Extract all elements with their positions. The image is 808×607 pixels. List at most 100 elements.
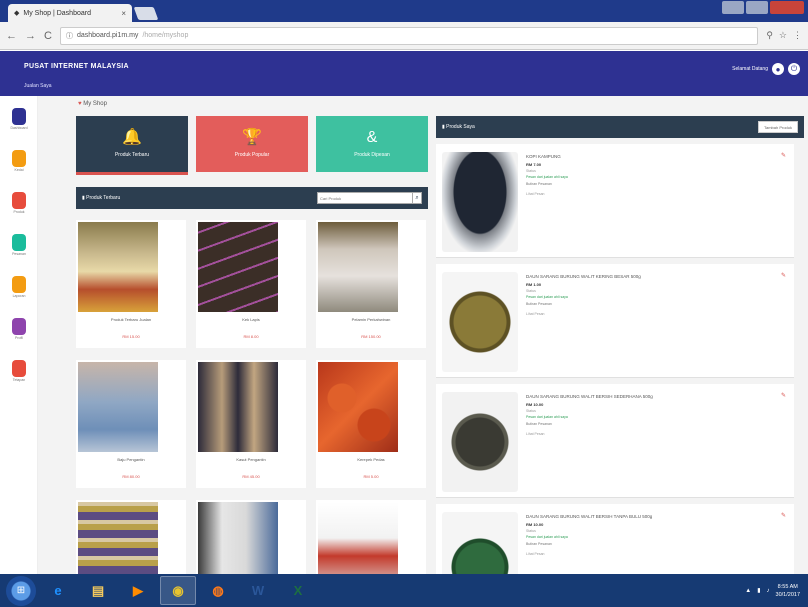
order-link[interactable]: Pesan dari jualan ahli saya xyxy=(526,415,568,419)
product-image[interactable] xyxy=(198,362,278,452)
sidebar-item[interactable]: Pesanan xyxy=(8,234,30,256)
product-card[interactable]: Baju Pengantin RM 80.00 xyxy=(76,360,186,488)
browser-tab[interactable]: ◆ My Shop | Dashboard × xyxy=(8,4,132,22)
sidebar-item[interactable]: Produk xyxy=(8,192,30,214)
product-card[interactable]: Set TekoRM 25.00 xyxy=(316,500,426,574)
order-product-image[interactable] xyxy=(442,152,518,252)
clock[interactable]: 8:55 AM 30/1/2017 xyxy=(776,583,800,599)
user-icon[interactable]: ● xyxy=(772,63,784,75)
forward-arrow-icon[interactable]: → xyxy=(25,30,36,42)
stat-label: Produk Popular xyxy=(234,152,270,158)
stat-card-latest[interactable]: 🔔 Produk Terbaru xyxy=(76,116,188,175)
minimize-button[interactable] xyxy=(722,1,744,14)
product-price: RM 5.00 xyxy=(363,474,379,479)
sidebar-item[interactable]: Profil xyxy=(8,318,30,340)
stat-cards: 🔔 Produk Terbaru 🏆 Produk Popular & Prod… xyxy=(76,116,428,175)
product-card[interactable]: Kain BatikRM 30.00 xyxy=(76,500,186,574)
order-product-name[interactable]: KOPI KAMPUNG xyxy=(526,154,561,159)
order-link[interactable]: Pesan dari jualan ahli saya xyxy=(526,535,568,539)
product-image[interactable] xyxy=(78,222,158,312)
product-image[interactable] xyxy=(198,222,278,312)
user-greeting: Selamat Datang xyxy=(732,66,768,72)
menu-icon[interactable]: ⋮ xyxy=(793,30,802,41)
tray-arrow-icon[interactable]: ▲ xyxy=(745,588,751,594)
sidebar-item[interactable]: Kedai xyxy=(8,150,30,172)
explorer-taskbar-icon[interactable]: ▤ xyxy=(80,576,116,605)
start-button-icon[interactable]: ⊞ xyxy=(6,575,36,606)
stat-card-ordered[interactable]: & Produk Dipesan xyxy=(316,116,428,172)
product-price: RM 80.00 xyxy=(122,474,140,479)
volume-icon[interactable]: ♪ xyxy=(767,588,770,594)
reload-icon[interactable]: C xyxy=(44,30,52,42)
product-name[interactable]: Kek Lapis xyxy=(196,317,306,322)
view-order-link[interactable]: Lihat Pesan xyxy=(526,552,545,556)
browser-tab-strip: ◆ My Shop | Dashboard × xyxy=(0,0,808,22)
product-image[interactable] xyxy=(318,222,398,312)
order-product-name[interactable]: DAUN SARANG BURUNG WALIT BERSIH SEDERHAN… xyxy=(526,394,653,399)
product-name[interactable]: Pelamin Perkahwinan xyxy=(316,317,426,322)
windows-taskbar: ⊞ e ▤ ▶ ◉ ◍ W X ▲ ▮ ♪ 8:55 AM 30/1/2017 xyxy=(0,574,808,607)
maximize-button[interactable] xyxy=(746,1,768,14)
product-name[interactable]: Kasut Pengantin xyxy=(196,457,306,462)
edit-pencil-icon[interactable]: ✎ xyxy=(781,512,786,519)
view-order-link[interactable]: Lihat Pesan xyxy=(526,312,545,316)
view-order-link[interactable]: Lihat Pesan xyxy=(526,432,545,436)
sidebar-item[interactable]: Tetapan xyxy=(8,360,30,382)
edit-pencil-icon[interactable]: ✎ xyxy=(781,392,786,399)
close-tab-icon[interactable]: × xyxy=(121,9,126,18)
url-input[interactable]: ⓘ dashboard.pi1m.my /home/myshop xyxy=(59,26,759,45)
order-product-image[interactable] xyxy=(442,512,518,574)
product-name[interactable]: Kerepek Pedas xyxy=(316,457,426,462)
add-product-button[interactable]: Tambah Produk xyxy=(758,121,798,133)
app-header: PUSAT INTERNET MALAYSIA Jualan Saya Sela… xyxy=(0,51,808,96)
back-arrow-icon[interactable]: ← xyxy=(6,30,17,42)
product-card[interactable]: Produk Terbaru Jualan RM 15.00 xyxy=(76,220,186,348)
view-order-link[interactable]: Lihat Pesan xyxy=(526,192,545,196)
logout-icon[interactable]: ⏻ xyxy=(788,63,800,75)
product-image[interactable] xyxy=(78,502,158,574)
product-grid: Produk Terbaru Jualan RM 15.00 Kek Lapis RM… xyxy=(76,220,428,574)
chrome-taskbar-icon[interactable]: ◉ xyxy=(160,576,196,605)
sidebar-item[interactable]: Laporan xyxy=(8,276,30,298)
close-window-button[interactable] xyxy=(770,1,804,14)
product-card[interactable]: Kerepek Pedas RM 5.00 xyxy=(316,360,426,488)
new-tab-button[interactable] xyxy=(133,7,159,20)
star-icon[interactable]: ☆ xyxy=(779,30,787,41)
order-row: DAUN SARANG BURUNG WALIT KERING BESAR 50… xyxy=(436,264,794,378)
edit-pencil-icon[interactable]: ✎ xyxy=(781,272,786,279)
network-icon[interactable]: ▮ xyxy=(757,587,760,594)
product-card[interactable]: Pelamin Perkahwinan RM 150.00 xyxy=(316,220,426,348)
excel-taskbar-icon[interactable]: X xyxy=(280,576,316,605)
order-product-image[interactable] xyxy=(442,392,518,492)
edit-pencil-icon[interactable]: ✎ xyxy=(781,152,786,159)
search-button-icon[interactable]: ⌕ xyxy=(413,192,422,204)
product-image[interactable] xyxy=(318,362,398,452)
order-product-name[interactable]: DAUN SARANG BURUNG WALIT BERSIH TANPA BU… xyxy=(526,514,652,519)
product-card[interactable]: Kasut Pengantin RM 45.00 xyxy=(196,360,306,488)
product-image[interactable] xyxy=(78,362,158,452)
firefox-taskbar-icon[interactable]: ◍ xyxy=(200,576,236,605)
search-icon[interactable]: ⚲ xyxy=(766,30,773,41)
product-price: RM 150.00 xyxy=(361,334,381,339)
order-product-name[interactable]: DAUN SARANG BURUNG WALIT KERING BESAR 50… xyxy=(526,274,641,279)
media-taskbar-icon[interactable]: ▶ xyxy=(120,576,156,605)
product-image[interactable] xyxy=(318,502,398,574)
order-link[interactable]: Pesan dari jualan ahli saya xyxy=(526,175,568,179)
stat-card-popular[interactable]: 🏆 Produk Popular xyxy=(196,116,308,172)
word-taskbar-icon[interactable]: W xyxy=(240,576,276,605)
order-row: KOPI KAMPUNG RM 7.00 Status Pesan dari jual… xyxy=(436,144,794,258)
product-name[interactable]: Baju Pengantin xyxy=(76,457,186,462)
product-image[interactable] xyxy=(198,502,278,574)
order-link[interactable]: Pesan dari jualan ahli saya xyxy=(526,295,568,299)
order-icon xyxy=(12,234,26,251)
brand-logo[interactable]: PUSAT INTERNET MALAYSIA xyxy=(24,63,129,70)
sidebar-item-label: Laporan xyxy=(12,294,26,298)
product-icon xyxy=(12,192,26,209)
sidebar-item[interactable]: Dashboard xyxy=(8,108,30,130)
search-input[interactable] xyxy=(317,192,413,204)
product-card[interactable]: Produk KecantikanRM 20.00 xyxy=(196,500,306,574)
product-card[interactable]: Kek Lapis RM 8.00 xyxy=(196,220,306,348)
ie-taskbar-icon[interactable]: e xyxy=(40,576,76,605)
product-name[interactable]: Produk Terbaru Jualan xyxy=(76,317,186,322)
order-product-image[interactable] xyxy=(442,272,518,372)
